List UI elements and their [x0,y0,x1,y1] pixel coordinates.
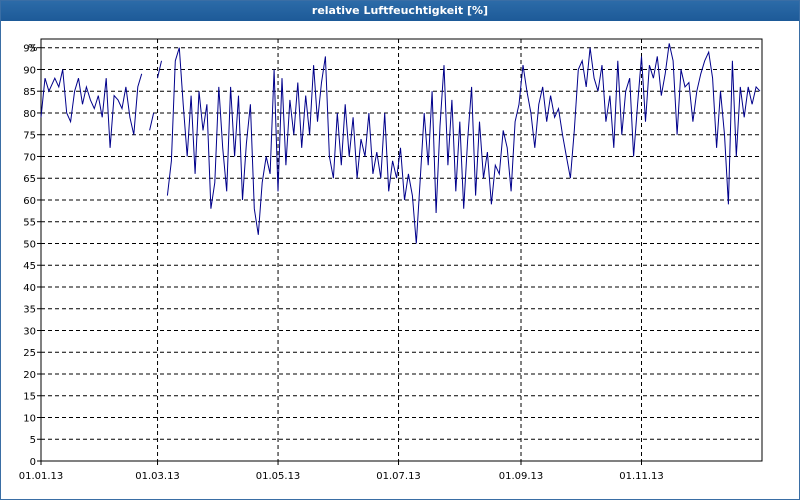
y-axis-label: % [28,43,38,54]
y-tick-label: 45 [23,261,36,272]
series [40,43,761,244]
x-tick-label: 01.11.13 [619,471,664,482]
y-tick-label: 35 [23,305,36,316]
x-tick-label: 01.09.13 [499,471,544,482]
y-tick-label: 75 [23,131,36,142]
x-tick-label: 01.05.13 [256,471,301,482]
y-tick-label: 50 [23,239,36,250]
humidity-chart: 05101520253035404550556065707580859095 0… [19,38,763,482]
x-axis: 01.01.13 01.03.13 01.05.13 01.07.13 01.09.13… [19,461,664,482]
y-tick-label: 70 [23,152,36,163]
x-tick-label: 01.03.13 [135,471,180,482]
chart-window: relative Luftfeuchtigkeit [%] 0 5 10 15 20 25… [0,0,800,500]
x-tick-label: 01.07.13 [376,471,421,482]
y-tick-label: 65 [23,174,36,185]
y-tick-label: 60 [23,196,36,207]
y-tick-label: 15 [23,392,36,403]
series-line [166,43,761,244]
x-tick-label: 01.01.13 [19,471,64,482]
y-tick-label: 85 [23,87,36,98]
plot-frame [40,38,763,462]
y-tick-label: 20 [23,370,36,381]
y-tick-label: 80 [23,109,36,120]
y-tick-label: 90 [23,65,36,76]
series-line [40,69,143,148]
y-tick-label: 30 [23,326,36,337]
y-tick-label: 25 [23,348,36,359]
y-tick-label: 40 [23,283,36,294]
y-axis: 05101520253035404550556065707580859095 [23,44,41,468]
y-tick-label: 10 [23,413,36,424]
y-tick-label: 5 [30,435,36,446]
y-tick-label: 55 [23,218,36,229]
series-line [149,112,155,131]
y-tick-label: 0 [30,457,36,468]
grid [41,39,762,461]
